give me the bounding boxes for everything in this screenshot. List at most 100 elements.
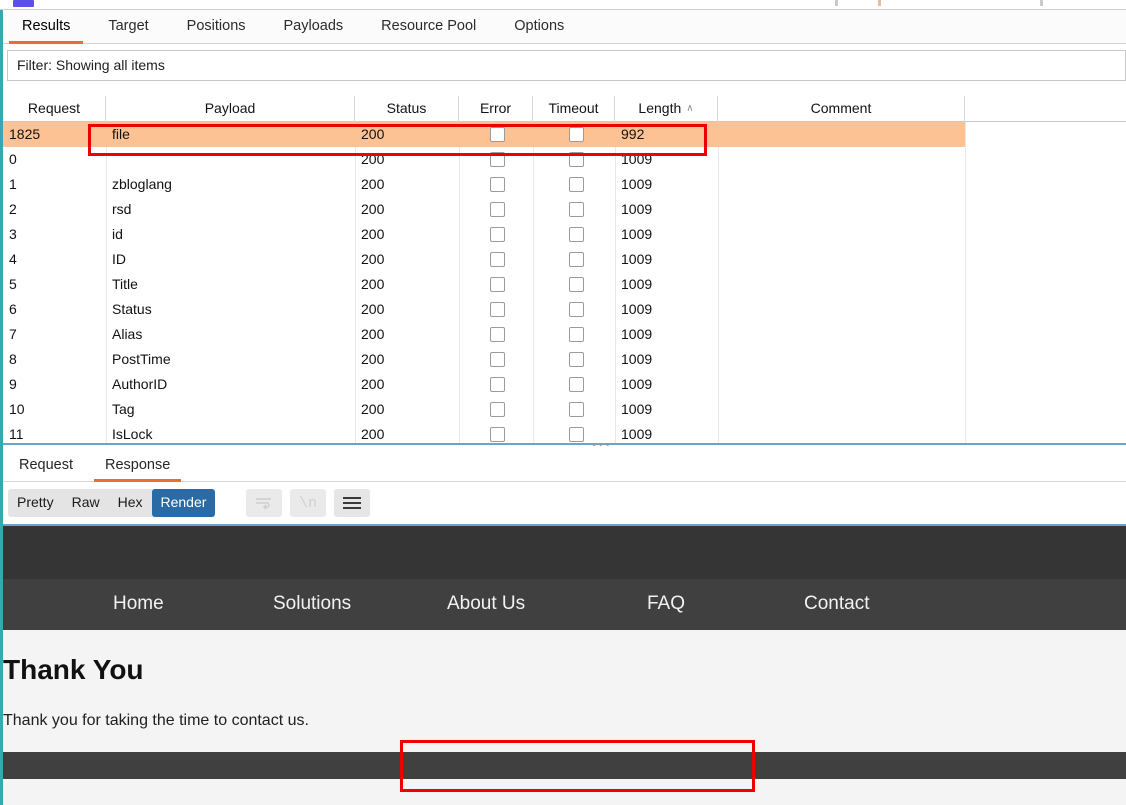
cell-payload: Alias [112, 326, 143, 342]
response-menu-button[interactable] [334, 489, 370, 517]
cell-comment [718, 172, 965, 197]
site-nav-contact-label: Contact [804, 593, 870, 614]
cell-length: 1009 [621, 226, 653, 242]
checkbox-error[interactable] [490, 427, 505, 442]
cell-comment [718, 297, 965, 322]
checkbox-timeout[interactable] [569, 352, 584, 367]
table-row[interactable]: 3 id 200 1009 [3, 222, 1126, 247]
site-nav-faq[interactable]: FAQ [647, 579, 685, 630]
site-nav-home[interactable]: Home [113, 579, 164, 630]
column-header-request-label: Request [27, 100, 81, 116]
cell-request: 4 [9, 251, 17, 267]
site-nav-home-label: Home [113, 593, 164, 614]
table-row[interactable]: 11 IsLock 200 1009 [3, 422, 1126, 445]
checkbox-error[interactable] [490, 327, 505, 342]
column-header-comment[interactable]: Comment [718, 96, 965, 122]
checkbox-error[interactable] [490, 227, 505, 242]
checkbox-error[interactable] [490, 402, 505, 417]
column-header-filler [965, 96, 1126, 122]
table-row[interactable]: 10 Tag 200 1009 [3, 397, 1126, 422]
show-newlines-button[interactable]: \n [290, 489, 326, 517]
table-row[interactable]: 6 Status 200 1009 [3, 297, 1126, 322]
tab-payloads[interactable]: Payloads [265, 10, 363, 44]
site-footer-band [3, 752, 1126, 779]
cell-status: 200 [361, 426, 385, 442]
cell-request: 8 [9, 351, 17, 367]
tab-target[interactable]: Target [89, 10, 167, 44]
checkbox-timeout[interactable] [569, 402, 584, 417]
cell-status: 200 [361, 151, 385, 167]
filter-bar[interactable]: Filter: Showing all items [7, 50, 1126, 81]
column-header-request[interactable]: Request [3, 96, 106, 122]
site-nav-about-us[interactable]: About Us [447, 579, 525, 630]
checkbox-timeout[interactable] [569, 302, 584, 317]
column-header-timeout-label: Timeout [548, 100, 599, 116]
column-header-payload-label: Payload [204, 100, 256, 116]
tab-options[interactable]: Options [495, 10, 583, 44]
intruder-window: Results Target Positions Payloads Resour… [0, 0, 1126, 805]
cell-payload: IsLock [112, 426, 153, 442]
checkbox-error[interactable] [490, 252, 505, 267]
checkbox-error[interactable] [490, 302, 505, 317]
rendered-response-page: Home Solutions About Us FAQ Contact Than… [3, 526, 1126, 805]
response-view-toolbar: Pretty Raw Hex Render \n [8, 489, 378, 517]
tab-request[interactable]: Request [3, 450, 89, 482]
checkbox-timeout[interactable] [569, 127, 584, 142]
checkbox-timeout[interactable] [569, 377, 584, 392]
checkbox-error[interactable] [490, 352, 505, 367]
checkbox-error[interactable] [490, 202, 505, 217]
column-header-payload[interactable]: Payload [106, 96, 355, 122]
filter-bar-label: Filter: Showing all items [17, 57, 165, 73]
view-mode-pretty[interactable]: Pretty [8, 489, 63, 517]
checkbox-timeout[interactable] [569, 277, 584, 292]
window-tab-indicator[interactable] [13, 0, 34, 7]
cell-request: 2 [9, 201, 17, 217]
cell-status: 200 [361, 276, 385, 292]
checkbox-timeout[interactable] [569, 152, 584, 167]
column-header-length[interactable]: Length ∧ [615, 96, 718, 122]
tab-response[interactable]: Response [89, 450, 186, 482]
column-header-length-label: Length [638, 100, 682, 116]
view-mode-hex[interactable]: Hex [109, 489, 152, 517]
checkbox-error[interactable] [490, 277, 505, 292]
table-row[interactable]: 4 ID 200 1009 [3, 247, 1126, 272]
table-row[interactable]: 0 200 1009 [3, 147, 1126, 172]
table-row[interactable]: 7 Alias 200 1009 [3, 322, 1126, 347]
checkbox-error[interactable] [490, 377, 505, 392]
table-row[interactable]: 1825 file 200 992 [3, 122, 1126, 147]
column-header-status[interactable]: Status [355, 96, 459, 122]
word-wrap-button[interactable] [246, 489, 282, 517]
checkbox-timeout[interactable] [569, 327, 584, 342]
checkbox-timeout[interactable] [569, 427, 584, 442]
checkbox-timeout[interactable] [569, 227, 584, 242]
view-mode-raw[interactable]: Raw [63, 489, 109, 517]
table-row[interactable]: 2 rsd 200 1009 [3, 197, 1126, 222]
cell-request: 10 [9, 401, 25, 417]
cell-payload: file [112, 126, 130, 142]
cell-comment [718, 322, 965, 347]
column-header-timeout[interactable]: Timeout [533, 96, 615, 122]
checkbox-error[interactable] [490, 152, 505, 167]
column-header-error[interactable]: Error [459, 96, 533, 122]
tab-results[interactable]: Results [3, 10, 89, 44]
cell-length: 1009 [621, 151, 653, 167]
site-nav-solutions[interactable]: Solutions [273, 579, 351, 630]
checkbox-error[interactable] [490, 177, 505, 192]
tab-positions-label: Positions [186, 18, 246, 34]
checkbox-timeout[interactable] [569, 202, 584, 217]
view-mode-render[interactable]: Render [151, 489, 216, 517]
table-row[interactable]: 1 zbloglang 200 1009 [3, 172, 1126, 197]
checkbox-error[interactable] [490, 127, 505, 142]
tab-positions[interactable]: Positions [168, 10, 265, 44]
sort-ascending-icon: ∧ [686, 103, 694, 114]
site-nav-contact[interactable]: Contact [804, 579, 869, 630]
word-wrap-icon [246, 489, 282, 517]
checkbox-timeout[interactable] [569, 252, 584, 267]
table-row[interactable]: 9 AuthorID 200 1009 [3, 372, 1126, 397]
cell-payload: rsd [112, 201, 132, 217]
checkbox-timeout[interactable] [569, 177, 584, 192]
tab-resource-pool[interactable]: Resource Pool [362, 10, 495, 44]
pane-splitter-handle[interactable]: ••• [592, 440, 614, 451]
table-row[interactable]: 5 Title 200 1009 [3, 272, 1126, 297]
table-row[interactable]: 8 PostTime 200 1009 [3, 347, 1126, 372]
